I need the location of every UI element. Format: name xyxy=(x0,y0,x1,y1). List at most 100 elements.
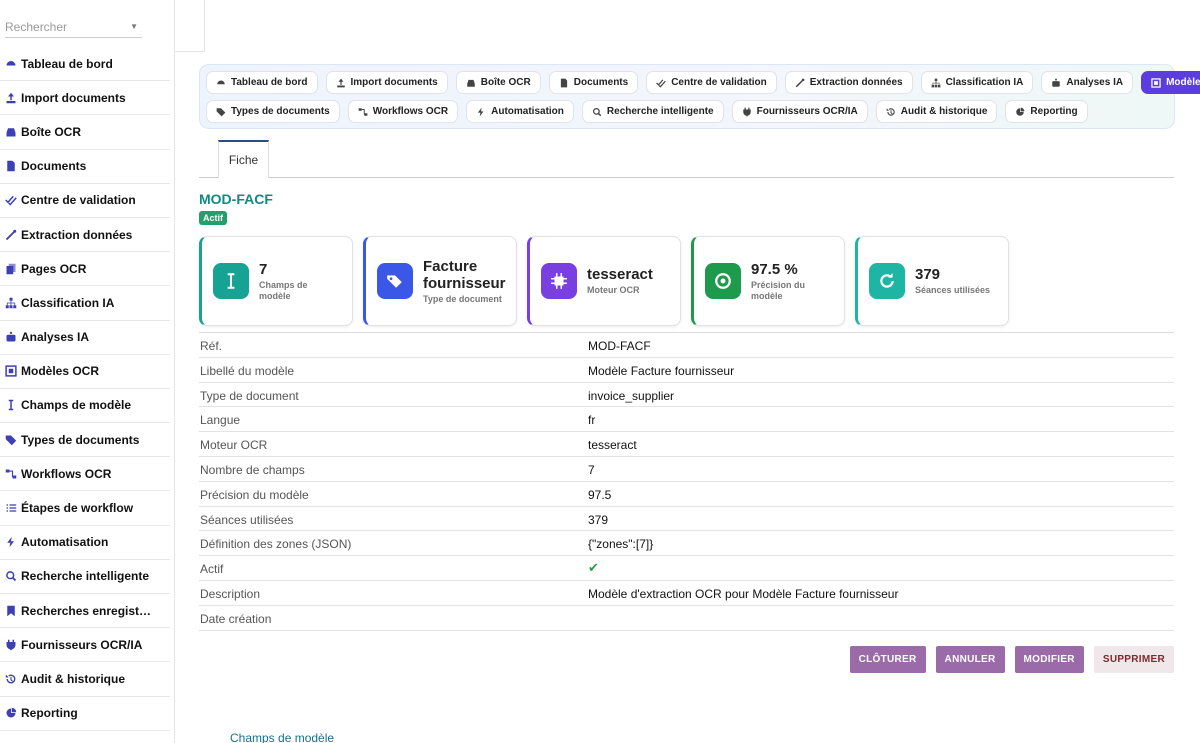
sidebar-item-label: Champs de modèle xyxy=(21,398,132,413)
gauge-icon xyxy=(216,78,226,88)
sidebar-item-reporting[interactable]: Reporting xyxy=(0,697,170,731)
sidebar-item-boite-ocr[interactable]: Boîte OCR xyxy=(0,115,170,150)
card-value: 7 xyxy=(259,260,268,278)
tags-icon xyxy=(5,434,17,446)
detail-row: Moteur OCR tesseract xyxy=(199,432,1174,457)
history-icon xyxy=(886,107,896,117)
tab-workflows-ocr[interactable]: Workflows OCR xyxy=(347,100,459,123)
search-icon xyxy=(5,570,17,582)
tab-fiche[interactable]: Fiche xyxy=(218,140,269,178)
sidebar-item-fournisseurs-ocr-ia[interactable]: Fournisseurs OCR/IA xyxy=(0,628,170,663)
tab-reporting[interactable]: Reporting xyxy=(1005,100,1088,123)
tabs-row-1: Tableau de bord Import documents Boîte OCR… xyxy=(206,71,1200,94)
sidebar-item-label: Analyses IA xyxy=(21,330,90,345)
tab-import-documents[interactable]: Import documents xyxy=(325,71,448,94)
sidebar-item-champs-de-modele[interactable]: Champs de modèle xyxy=(0,389,170,424)
tab-boite-ocr[interactable]: Boîte OCR xyxy=(455,71,541,94)
sitemap-icon xyxy=(5,297,17,309)
check-double-icon xyxy=(656,78,667,88)
sidebar-item-etapes-de-workflow[interactable]: Étapes de workflow xyxy=(0,491,170,526)
bookmark-icon xyxy=(5,605,17,617)
sidebar-item-audit-historique[interactable]: Audit & historique xyxy=(0,662,170,697)
sidebar-item-modeles-ocr[interactable]: Modèles OCR xyxy=(0,355,170,389)
sidebar-item-recherches-enregist[interactable]: Recherches enregist… xyxy=(0,594,170,629)
list-check-icon xyxy=(5,502,17,514)
sidebar-item-tableau-de-bord[interactable]: Tableau de bord xyxy=(0,47,170,82)
file-icon xyxy=(5,160,17,172)
cancel-button[interactable]: ANNULER xyxy=(935,646,1005,673)
tab-label: Workflows OCR xyxy=(372,106,449,117)
sidebar-item-pages-ocr[interactable]: Pages OCR xyxy=(0,252,170,287)
search-input[interactable]: Rechercher ▼ xyxy=(5,14,142,38)
tabs-row-2: Types de documents Workflows OCR Automatis… xyxy=(206,100,1168,123)
close-record-button[interactable]: CLÔTURER xyxy=(849,646,926,673)
tab-recherche-intelligente[interactable]: Recherche intelligente xyxy=(581,100,724,123)
tab-fournisseurs-ocr-ia[interactable]: Fournisseurs OCR/IA xyxy=(731,100,868,123)
document-type-card: Facture fournisseur Type de document xyxy=(363,236,517,326)
tab-classification-ia[interactable]: Classification IA xyxy=(920,71,1034,94)
detail-row: Définition des zones (JSON) {"zones":[7]} xyxy=(199,531,1174,557)
detail-key: Réf. xyxy=(200,339,223,353)
detail-key: Nombre de champs xyxy=(200,462,305,477)
tab-tableau-de-bord[interactable]: Tableau de bord xyxy=(206,71,318,94)
sidebar-item-recherche-intelligente[interactable]: Recherche intelligente xyxy=(0,560,170,594)
detail-key: Libellé du modèle xyxy=(200,363,295,378)
sidebar-item-documents[interactable]: Documents xyxy=(0,150,170,184)
chevron-down-icon[interactable]: ▼ xyxy=(130,22,138,31)
sidebar-item-label: Pages OCR xyxy=(21,261,87,276)
text-cursor-icon xyxy=(5,399,17,411)
card-value: 97.5 % xyxy=(751,260,798,278)
sidebar-item-workflows-ocr[interactable]: Workflows OCR xyxy=(0,457,170,492)
upload-icon xyxy=(5,92,17,104)
sidebar-item-analyses-ia[interactable]: Analyses IA xyxy=(0,321,170,355)
tab-types-de-documents[interactable]: Types de documents xyxy=(206,100,340,123)
delete-button[interactable]: SUPPRIMER xyxy=(1093,646,1174,673)
top-panel xyxy=(175,0,205,52)
detail-key: Langue xyxy=(200,413,241,428)
sidebar-item-automatisation[interactable]: Automatisation xyxy=(0,526,170,560)
edit-button[interactable]: MODIFIER xyxy=(1014,646,1084,673)
gauge-icon xyxy=(5,58,17,70)
tab-modeles-ocr[interactable]: Modèles OCR xyxy=(1141,71,1200,94)
detail-row: Réf. MOD-FACF xyxy=(199,333,1174,358)
subtab-bar: Fiche xyxy=(199,140,1174,178)
tab-label: Tableau de bord xyxy=(231,77,308,88)
tab-analyses-ia[interactable]: Analyses IA xyxy=(1041,71,1134,94)
tab-extraction-donnees[interactable]: Extraction données xyxy=(784,71,913,94)
robot-icon xyxy=(1051,78,1061,88)
upload-icon xyxy=(336,78,346,88)
robot-icon xyxy=(5,331,17,343)
tab-label: Types de documents xyxy=(231,106,330,117)
chip-icon xyxy=(541,263,577,299)
detail-value: 7 xyxy=(588,462,595,477)
sidebar-item-label: Audit & historique xyxy=(21,671,125,686)
card-label: Type de document xyxy=(423,293,502,304)
object-group-icon xyxy=(1151,77,1161,88)
detail-row: Séances utilisées 379 xyxy=(199,507,1174,532)
precision-card: 97.5 % Précision du modèle xyxy=(691,236,845,326)
tags-icon xyxy=(216,107,226,117)
detail-key: Date création xyxy=(200,611,272,626)
detail-row: Langue fr xyxy=(199,407,1174,433)
sidebar-item-types-de-documents[interactable]: Types de documents xyxy=(0,423,170,458)
tab-label: Automatisation xyxy=(491,106,564,117)
detail-key: Séances utilisées xyxy=(200,512,294,527)
sidebar-item-label: Étapes de workflow xyxy=(21,501,134,516)
card-label: Moteur OCR xyxy=(587,285,640,295)
sidebar-item-label: Centre de validation xyxy=(21,193,136,208)
tab-centre-de-validation[interactable]: Centre de validation xyxy=(646,71,777,94)
check-double-icon xyxy=(5,194,17,206)
sidebar-item-import-documents[interactable]: Import documents xyxy=(0,81,170,116)
tab-documents[interactable]: Documents xyxy=(548,71,639,94)
sidebar-item-classification-ia[interactable]: Classification IA xyxy=(0,286,170,321)
tab-audit-historique[interactable]: Audit & historique xyxy=(875,100,998,123)
detail-key: Type de document xyxy=(200,388,299,403)
sidebar-item-centre-de-validation[interactable]: Centre de validation xyxy=(0,184,170,218)
tab-automatisation[interactable]: Automatisation xyxy=(466,100,574,123)
detail-value: {"zones":[7]} xyxy=(588,537,654,552)
related-fields-link[interactable]: Champs de modèle xyxy=(230,731,334,743)
sidebar-item-extraction-donnees[interactable]: Extraction données xyxy=(0,218,170,253)
plug-icon xyxy=(5,639,17,651)
card-label: Précision du modèle xyxy=(751,279,806,301)
tab-label: Fournisseurs OCR/IA xyxy=(756,106,858,117)
